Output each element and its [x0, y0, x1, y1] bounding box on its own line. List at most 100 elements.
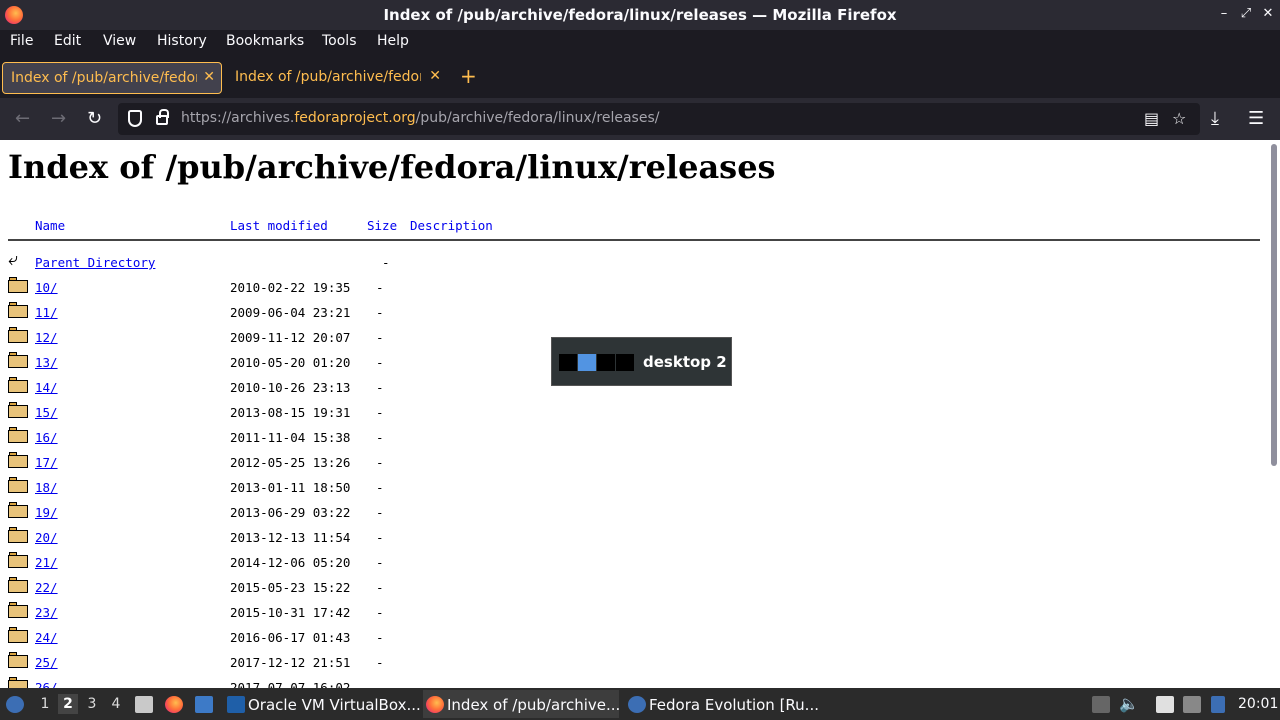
volume-icon[interactable]: 🔈 — [1119, 694, 1139, 713]
firefox-launcher-icon[interactable] — [165, 696, 183, 713]
folder-icon — [8, 402, 28, 418]
size: - — [376, 355, 384, 370]
close-tab-icon[interactable]: ✕ — [429, 68, 441, 84]
last-modified: 2017-12-12 21:51 — [230, 655, 351, 670]
task-label: Oracle VM VirtualBox... — [248, 696, 421, 714]
tray-notification-icon[interactable] — [1092, 696, 1110, 713]
tracking-protection-shield-icon[interactable] — [128, 110, 142, 127]
directory-link[interactable]: 16/ — [35, 430, 58, 445]
task-firefox[interactable]: Index of /pub/archive... — [423, 690, 621, 718]
menu-view[interactable]: View — [103, 33, 136, 49]
file-manager-launcher-icon[interactable] — [135, 696, 153, 713]
last-modified: 2013-01-11 18:50 — [230, 480, 351, 495]
taskbar: 1 2 3 4 Oracle VM VirtualBox... Index of… — [0, 688, 1280, 720]
workspace-button-4[interactable]: 4 — [106, 694, 126, 714]
url-bar[interactable]: https://archives.fedoraproject.org/pub/a… — [118, 103, 1200, 135]
directory-link[interactable]: 14/ — [35, 380, 58, 395]
folder-icon — [8, 602, 28, 618]
directory-link[interactable]: 13/ — [35, 355, 58, 370]
folder-icon — [8, 327, 28, 343]
downloads-icon[interactable]: ⤓ — [1211, 108, 1219, 129]
directory-link[interactable]: 19/ — [35, 505, 58, 520]
task-fedora-evolution[interactable]: Fedora Evolution [Ru... — [625, 690, 819, 718]
parent-directory-row: ⤶ Parent Directory - — [0, 249, 600, 277]
directory-link[interactable]: 12/ — [35, 330, 58, 345]
directory-link[interactable]: 15/ — [35, 405, 58, 420]
terminal-launcher-icon[interactable] — [195, 696, 213, 713]
column-header-size[interactable]: Size — [367, 218, 397, 233]
updates-icon[interactable] — [1211, 696, 1225, 713]
parent-directory-link[interactable]: Parent Directory — [35, 255, 155, 270]
directory-link[interactable]: 17/ — [35, 455, 58, 470]
back-arrow-icon: ⤶ — [8, 249, 19, 270]
network-icon[interactable] — [1183, 696, 1201, 713]
size: - — [376, 630, 384, 645]
column-header-last-modified[interactable]: Last modified — [230, 218, 328, 233]
reader-view-icon[interactable]: ▤ — [1144, 109, 1159, 128]
directory-link[interactable]: 10/ — [35, 280, 58, 295]
table-row: 18/2013-01-11 18:50 - — [0, 477, 600, 502]
size: - — [376, 580, 384, 595]
column-header-description[interactable]: Description — [410, 218, 493, 233]
close-icon[interactable]: ✕ — [1260, 6, 1276, 21]
directory-link[interactable]: 11/ — [35, 305, 58, 320]
menu-history[interactable]: History — [157, 33, 207, 49]
close-tab-icon[interactable]: ✕ — [203, 69, 215, 85]
scrollbar-thumb[interactable] — [1271, 144, 1277, 466]
folder-icon — [8, 577, 28, 593]
bookmark-star-icon[interactable]: ☆ — [1172, 109, 1186, 128]
workspace-button-1[interactable]: 1 — [35, 694, 55, 714]
last-modified: 2013-12-13 11:54 — [230, 530, 351, 545]
directory-link[interactable]: 23/ — [35, 605, 58, 620]
menu-edit[interactable]: Edit — [54, 33, 81, 49]
menu-bookmarks[interactable]: Bookmarks — [226, 33, 304, 49]
menu-bar: File Edit View History Bookmarks Tools H… — [0, 30, 1280, 54]
table-row: 23/2015-10-31 17:42 - — [0, 602, 600, 627]
menu-tools[interactable]: Tools — [322, 33, 357, 49]
table-row: 15/2013-08-15 19:31 - — [0, 402, 600, 427]
navigation-toolbar: ← → ↻ https://archives.fedoraproject.org… — [0, 98, 1280, 140]
column-header-name[interactable]: Name — [35, 218, 65, 233]
window-title: Index of /pub/archive/fedora/linux/relea… — [383, 6, 897, 24]
directory-link[interactable]: 22/ — [35, 580, 58, 595]
maximize-icon[interactable]: ⤢ — [1238, 6, 1254, 21]
size: - — [376, 280, 384, 295]
back-icon[interactable]: ← — [15, 108, 30, 129]
url-text[interactable]: https://archives.fedoraproject.org/pub/a… — [181, 110, 659, 126]
firefox-icon — [426, 696, 444, 713]
url-prefix: https://archives. — [181, 110, 295, 126]
fedora-menu-icon[interactable] — [6, 696, 24, 713]
directory-link[interactable]: 24/ — [35, 630, 58, 645]
fedora-logo-icon — [628, 696, 646, 713]
page-scrollbar[interactable] — [1268, 140, 1280, 688]
directory-link[interactable]: 26/ — [35, 680, 58, 688]
table-row: 21/2014-12-06 05:20 - — [0, 552, 600, 577]
url-domain: fedoraproject.org — [294, 110, 416, 126]
lock-icon[interactable] — [156, 109, 169, 125]
menu-help[interactable]: Help — [377, 33, 409, 49]
workspace-2-preview — [578, 354, 596, 371]
directory-link[interactable]: 21/ — [35, 555, 58, 570]
directory-link[interactable]: 18/ — [35, 480, 58, 495]
minimize-icon[interactable]: – — [1216, 6, 1232, 21]
tab-active[interactable]: Index of /pub/archive/fedora/linux/relea… — [2, 62, 222, 94]
hamburger-menu-icon[interactable]: ☰ — [1248, 108, 1264, 129]
new-tab-icon[interactable]: + — [460, 64, 477, 88]
table-row: 25/2017-12-12 21:51 - — [0, 652, 600, 677]
forward-icon[interactable]: → — [51, 108, 66, 129]
workspace-button-3[interactable]: 3 — [82, 694, 102, 714]
tab-inactive[interactable]: Index of /pub/archive/fedora/linux/relea… — [227, 62, 447, 94]
directory-link[interactable]: 20/ — [35, 530, 58, 545]
workspace-button-2[interactable]: 2 — [58, 694, 78, 714]
task-virtualbox[interactable]: Oracle VM VirtualBox... — [224, 690, 421, 718]
workspace-3-preview — [597, 354, 615, 371]
last-modified: 2014-12-06 05:20 — [230, 555, 351, 570]
folder-icon — [8, 427, 28, 443]
task-label: Index of /pub/archive... — [447, 696, 621, 714]
table-row: 26/2017-07-07 16:02 - — [0, 677, 600, 688]
clipboard-icon[interactable] — [1156, 696, 1174, 713]
reload-icon[interactable]: ↻ — [87, 108, 102, 129]
osd-label: desktop 2 — [643, 353, 727, 371]
menu-file[interactable]: File — [10, 33, 33, 49]
directory-link[interactable]: 25/ — [35, 655, 58, 670]
